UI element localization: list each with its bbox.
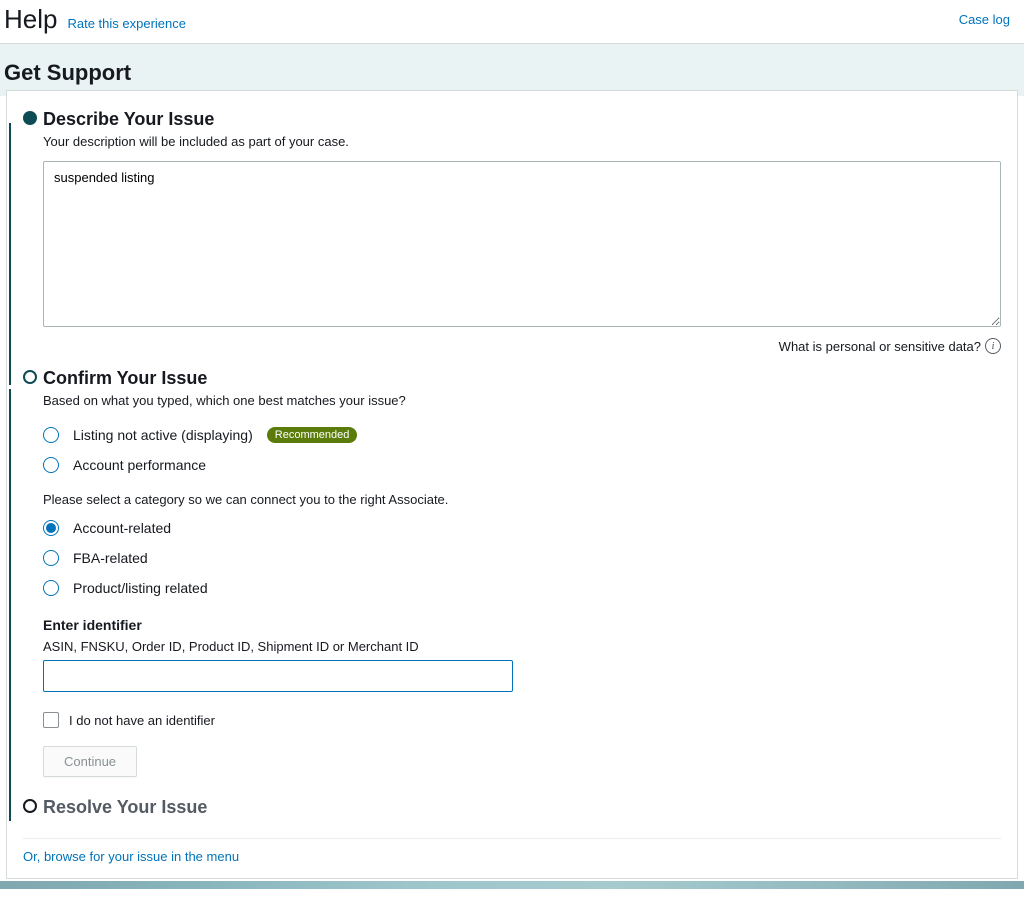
radio-label: FBA-related bbox=[73, 550, 148, 566]
footer-decoration bbox=[0, 881, 1024, 889]
step-line-1 bbox=[9, 123, 11, 385]
issue-textarea[interactable]: suspended listing bbox=[43, 161, 1001, 327]
step-1-subtitle: Your description will be included as par… bbox=[43, 134, 1001, 149]
textarea-footer: What is personal or sensitive data? i bbox=[43, 338, 1001, 354]
step-1-title: Describe Your Issue bbox=[43, 109, 1001, 130]
recommended-badge: Recommended bbox=[267, 427, 358, 443]
match-option-listing-not-active[interactable]: Listing not active (displaying) Recommen… bbox=[43, 420, 1001, 450]
step-confirm-issue: Confirm Your Issue Based on what you typ… bbox=[43, 368, 1001, 777]
radio-label: Account-related bbox=[73, 520, 171, 536]
category-account-related[interactable]: Account-related bbox=[43, 513, 1001, 543]
match-option-account-performance[interactable]: Account performance bbox=[43, 450, 1001, 480]
radio-label: Product/listing related bbox=[73, 580, 208, 596]
radio-icon bbox=[43, 580, 59, 596]
radio-label: Listing not active (displaying) bbox=[73, 427, 253, 443]
step-resolve-issue: Resolve Your Issue bbox=[43, 797, 1001, 818]
radio-label: Account performance bbox=[73, 457, 206, 473]
step-3-title: Resolve Your Issue bbox=[43, 797, 1001, 818]
checkbox-icon bbox=[43, 712, 59, 728]
category-fba-related[interactable]: FBA-related bbox=[43, 543, 1001, 573]
radio-icon bbox=[43, 520, 59, 536]
identifier-hint: ASIN, FNSKU, Order ID, Product ID, Shipm… bbox=[43, 639, 1001, 654]
radio-icon bbox=[43, 550, 59, 566]
step-describe-issue: Describe Your Issue Your description wil… bbox=[43, 109, 1001, 354]
category-subtitle: Please select a category so we can conne… bbox=[43, 492, 1001, 507]
step-2-title: Confirm Your Issue bbox=[43, 368, 1001, 389]
step-2-marker bbox=[23, 370, 37, 384]
no-identifier-checkbox-row[interactable]: I do not have an identifier bbox=[43, 712, 1001, 728]
help-title: Help bbox=[4, 4, 57, 35]
page-header: Get Support bbox=[0, 44, 1024, 96]
personal-data-link-text: What is personal or sensitive data? bbox=[779, 339, 981, 354]
info-icon: i bbox=[985, 338, 1001, 354]
identifier-input[interactable] bbox=[43, 660, 513, 692]
radio-icon bbox=[43, 427, 59, 443]
rate-experience-link[interactable]: Rate this experience bbox=[67, 16, 186, 31]
browse-menu-link[interactable]: Or, browse for your issue in the menu bbox=[23, 849, 239, 864]
page-title: Get Support bbox=[4, 60, 1020, 86]
header-left: Help Rate this experience bbox=[4, 4, 186, 35]
personal-data-link[interactable]: What is personal or sensitive data? i bbox=[779, 338, 1001, 354]
radio-icon bbox=[43, 457, 59, 473]
divider bbox=[23, 838, 1001, 839]
continue-button[interactable]: Continue bbox=[43, 746, 137, 777]
step-2-subtitle: Based on what you typed, which one best … bbox=[43, 393, 1001, 408]
step-3-marker bbox=[23, 799, 37, 813]
category-product-listing-related[interactable]: Product/listing related bbox=[43, 573, 1001, 603]
support-card: Describe Your Issue Your description wil… bbox=[6, 90, 1018, 879]
steps-container: Describe Your Issue Your description wil… bbox=[23, 109, 1001, 818]
step-1-marker bbox=[23, 111, 37, 125]
step-line-2 bbox=[9, 389, 11, 821]
identifier-label: Enter identifier bbox=[43, 617, 1001, 633]
case-log-link[interactable]: Case log bbox=[959, 12, 1010, 27]
checkbox-label: I do not have an identifier bbox=[69, 713, 215, 728]
top-header: Help Rate this experience Case log bbox=[0, 0, 1024, 44]
